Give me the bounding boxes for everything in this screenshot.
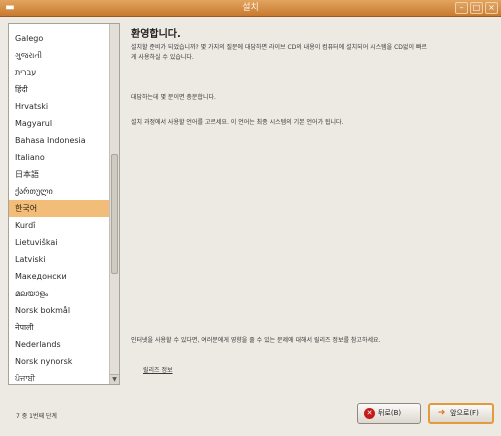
language-list[interactable]: Galego ગુજરાતી עברית हिंदी Hrvatski Magyarul B…: [8, 23, 120, 385]
back-button[interactable]: ✕ 뒤로(B): [357, 403, 421, 424]
language-item[interactable]: 日本語: [9, 166, 109, 183]
close-icon[interactable]: ×: [485, 2, 498, 14]
language-item[interactable]: മലയാളം: [9, 285, 109, 302]
language-item[interactable]: ਪੰਜਾਬੀ: [9, 370, 109, 384]
forward-button[interactable]: ➜ 앞으로(F): [428, 403, 494, 424]
forward-button-label: 앞으로(F): [450, 409, 479, 417]
language-item[interactable]: Galego: [9, 30, 109, 47]
language-item[interactable]: 한국어: [9, 200, 109, 217]
window-title: 설치: [242, 3, 259, 13]
maximize-icon[interactable]: □: [470, 2, 483, 14]
language-item[interactable]: Македонски: [9, 268, 109, 285]
language-item[interactable]: ગુજરાતી: [9, 47, 109, 64]
language-item[interactable]: Norsk nynorsk: [9, 353, 109, 370]
language-item[interactable]: Magyarul: [9, 115, 109, 132]
window-titlebar: ▬ 설치 – □ ×: [0, 0, 501, 17]
internet-paragraph: 인터넷을 사용할 수 있다면, 여러분에게 영향을 줄 수 있는 문제에 대해서…: [131, 337, 381, 344]
release-notes-link[interactable]: 릴리즈 정보: [143, 365, 173, 374]
scrollbar-thumb[interactable]: [111, 154, 118, 274]
language-item[interactable]: हिंदी: [9, 81, 109, 98]
language-item[interactable]: ქართული: [9, 183, 109, 200]
language-list-scrollbar[interactable]: ▼: [109, 24, 119, 384]
installer-content: Galego ગુજરાતી עברית हिंदी Hrvatski Magyarul B…: [0, 17, 501, 436]
time-paragraph: 대답하는데 몇 분이면 충분합니다.: [131, 94, 216, 101]
language-item[interactable]: Kurdî: [9, 217, 109, 234]
scroll-down-icon[interactable]: ▼: [110, 374, 119, 384]
back-button-label: 뒤로(B): [378, 409, 402, 417]
intro-paragraph: 설치할 준비가 되었습니까? 몇 가지의 질문에 대답하면 라이브 CD의 내용…: [131, 44, 427, 61]
language-item[interactable]: Nederlands: [9, 336, 109, 353]
minimize-icon[interactable]: –: [455, 2, 468, 14]
language-item[interactable]: Lietuviškai: [9, 234, 109, 251]
language-item[interactable]: Bahasa Indonesia: [9, 132, 109, 149]
language-item[interactable]: Italiano: [9, 149, 109, 166]
page-title: 환영합니다.: [131, 29, 181, 40]
window-controls: – □ ×: [455, 2, 498, 14]
language-item[interactable]: עברית: [9, 64, 109, 81]
forward-arrow-icon: ➜: [437, 408, 446, 418]
language-paragraph: 설치 과정에서 사용할 언어를 고르세요. 이 언어는 최종 시스템의 기본 언…: [131, 119, 344, 126]
step-status: 7 중 1번째 단계: [16, 413, 57, 420]
language-item[interactable]: Norsk bokmål: [9, 302, 109, 319]
language-item[interactable]: नेपाली: [9, 319, 109, 336]
language-item[interactable]: Latviski: [9, 251, 109, 268]
back-icon: ✕: [364, 408, 375, 419]
language-item[interactable]: Hrvatski: [9, 98, 109, 115]
